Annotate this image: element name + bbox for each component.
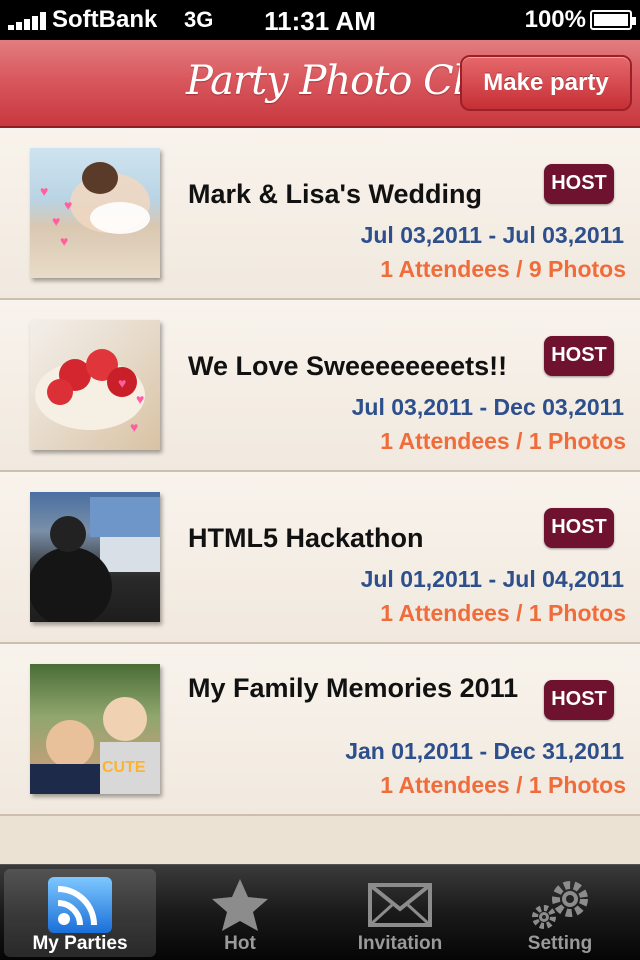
party-stats: 1 Attendees / 1 Photos: [380, 428, 626, 454]
svg-text:♥: ♥: [130, 419, 138, 435]
rss-icon: [48, 877, 112, 933]
party-row[interactable]: CUTE My Family Memories 2011 HOST Jan 01…: [0, 644, 640, 816]
party-dates: Jul 03,2011 - Dec 03,2011: [351, 394, 624, 420]
tab-bar: My Parties Hot Invitation Setting: [0, 864, 640, 960]
star-icon: [212, 879, 268, 931]
tab-label: My Parties: [32, 933, 128, 954]
host-badge: HOST: [544, 508, 614, 548]
host-badge: HOST: [544, 680, 614, 720]
battery-icon: [590, 10, 636, 30]
gears-icon: [532, 881, 588, 929]
party-dates: Jan 01,2011 - Dec 31,2011: [345, 738, 624, 764]
tab-label: Hot: [224, 933, 256, 954]
make-party-button[interactable]: Make party: [460, 55, 632, 111]
party-stats: 1 Attendees / 9 Photos: [380, 256, 626, 282]
party-row[interactable]: HTML5 Hackathon HOST Jul 01,2011 - Jul 0…: [0, 472, 640, 644]
party-row[interactable]: ♥ ♥ ♥ ♥ Mark & Lisa's Wedding HOST Jul 0…: [0, 128, 640, 300]
party-stats: 1 Attendees / 1 Photos: [380, 772, 626, 798]
party-thumbnail: ♥ ♥ ♥: [30, 320, 160, 450]
app-title: Party Photo Clip✦: [186, 52, 512, 104]
svg-text:♥: ♥: [118, 375, 126, 391]
host-badge: HOST: [544, 164, 614, 204]
party-thumbnail: [30, 492, 160, 622]
party-stats: 1 Attendees / 1 Photos: [380, 600, 626, 626]
svg-text:♥: ♥: [60, 233, 68, 249]
party-title: Mark & Lisa's Wedding: [188, 179, 482, 209]
tab-hot[interactable]: Hot: [164, 869, 316, 957]
party-list: ♥ ♥ ♥ ♥ Mark & Lisa's Wedding HOST Jul 0…: [0, 128, 640, 816]
party-thumbnail: ♥ ♥ ♥ ♥: [30, 148, 160, 278]
list-footer-background: [0, 816, 640, 864]
party-title: My Family Memories 2011: [188, 673, 519, 703]
party-title: HTML5 Hackathon: [188, 523, 424, 553]
tab-invitation[interactable]: Invitation: [324, 869, 476, 957]
battery-percent: 100%: [524, 6, 586, 33]
party-thumbnail: CUTE: [30, 664, 160, 794]
svg-text:♥: ♥: [52, 213, 60, 229]
party-title: We Love Sweeeeeeeets!!: [188, 351, 508, 381]
tab-label: Invitation: [357, 933, 443, 954]
party-row[interactable]: ♥ ♥ ♥ We Love Sweeeeeeeets!! HOST Jul 03…: [0, 300, 640, 472]
app-header: Party Photo Clip✦ Make party: [0, 40, 640, 128]
host-badge: HOST: [544, 336, 614, 376]
party-dates: Jul 03,2011 - Jul 03,2011: [360, 222, 624, 248]
tab-label: Setting: [527, 933, 593, 954]
envelope-icon: [368, 883, 432, 927]
party-dates: Jul 01,2011 - Jul 04,2011: [360, 566, 624, 592]
svg-text:♥: ♥: [136, 391, 144, 407]
svg-text:♥: ♥: [64, 197, 72, 213]
tab-my-parties[interactable]: My Parties: [4, 869, 156, 957]
tab-setting[interactable]: Setting: [484, 869, 636, 957]
status-bar: SoftBank 3G 11:31 AM 100%: [0, 0, 640, 40]
thumb-caption: CUTE: [102, 759, 146, 776]
svg-text:♥: ♥: [40, 183, 48, 199]
